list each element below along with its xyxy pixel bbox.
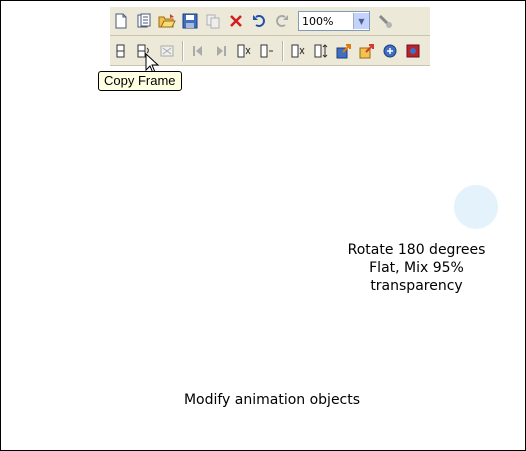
export-animation-icon (359, 44, 374, 59)
copy-frame-tooltip: Copy Frame (98, 71, 182, 91)
zoom-tool-icon (378, 14, 392, 28)
toolbar-separator (282, 41, 284, 61)
new-document-button[interactable] (110, 10, 132, 32)
zoom-select[interactable]: 100% ▼ (298, 11, 370, 31)
caption-line-3: transparency (370, 278, 463, 294)
animation-circle[interactable] (454, 185, 498, 229)
export-icon (336, 44, 351, 59)
frame-button[interactable] (110, 40, 132, 62)
undo-button[interactable] (248, 10, 270, 32)
redo-button[interactable] (271, 10, 293, 32)
preview-browser-icon (406, 44, 420, 58)
undo-icon (253, 15, 265, 27)
frame-gallery-icon (314, 44, 328, 58)
save-icon (182, 13, 198, 29)
preview-icon (383, 44, 397, 58)
next-frame-icon (217, 46, 226, 56)
new-document-icon (115, 13, 127, 29)
previous-frame-button[interactable] (187, 40, 209, 62)
delete-frame-icon (237, 44, 251, 58)
frame-icon (116, 44, 125, 58)
insert-frame-button[interactable] (256, 40, 278, 62)
open-button[interactable] (156, 10, 178, 32)
zoom-value: 100% (302, 14, 334, 28)
new-animation-icon (137, 13, 151, 28)
redo-icon (276, 15, 288, 27)
footer-caption: Modify animation objects (183, 392, 361, 408)
copy-icon (206, 14, 220, 29)
clear-frame-button[interactable] (287, 40, 309, 62)
delete-frame-button[interactable] (233, 40, 255, 62)
rotate-caption: Rotate 180 degrees Flat, Mix 95% transpa… (340, 241, 493, 295)
toolbar-row-standard: 100% ▼ (110, 8, 397, 34)
caption-line-1: Rotate 180 degrees (347, 242, 486, 258)
frame-gallery-button[interactable] (310, 40, 332, 62)
preview-browser-button[interactable] (402, 40, 424, 62)
next-frame-button[interactable] (210, 40, 232, 62)
delete-button[interactable] (225, 10, 247, 32)
insert-frame-icon (260, 44, 273, 58)
frame-properties-icon (160, 45, 174, 57)
zoom-tool-button[interactable] (374, 10, 396, 32)
delete-icon (230, 15, 242, 27)
preview-button[interactable] (379, 40, 401, 62)
chevron-down-icon[interactable]: ▼ (353, 13, 369, 29)
canvas-frame (0, 0, 526, 451)
toolbar-separator (182, 41, 184, 61)
clear-frame-icon (291, 44, 305, 58)
export-button[interactable] (333, 40, 355, 62)
previous-frame-icon (193, 46, 202, 56)
save-button[interactable] (179, 10, 201, 32)
caption-line-2: Flat, Mix 95% (369, 260, 464, 276)
export-animation-button[interactable] (356, 40, 378, 62)
open-icon (158, 14, 176, 28)
toolbar-row-divider (110, 35, 430, 36)
new-animation-button[interactable] (133, 10, 155, 32)
copy-button[interactable] (202, 10, 224, 32)
